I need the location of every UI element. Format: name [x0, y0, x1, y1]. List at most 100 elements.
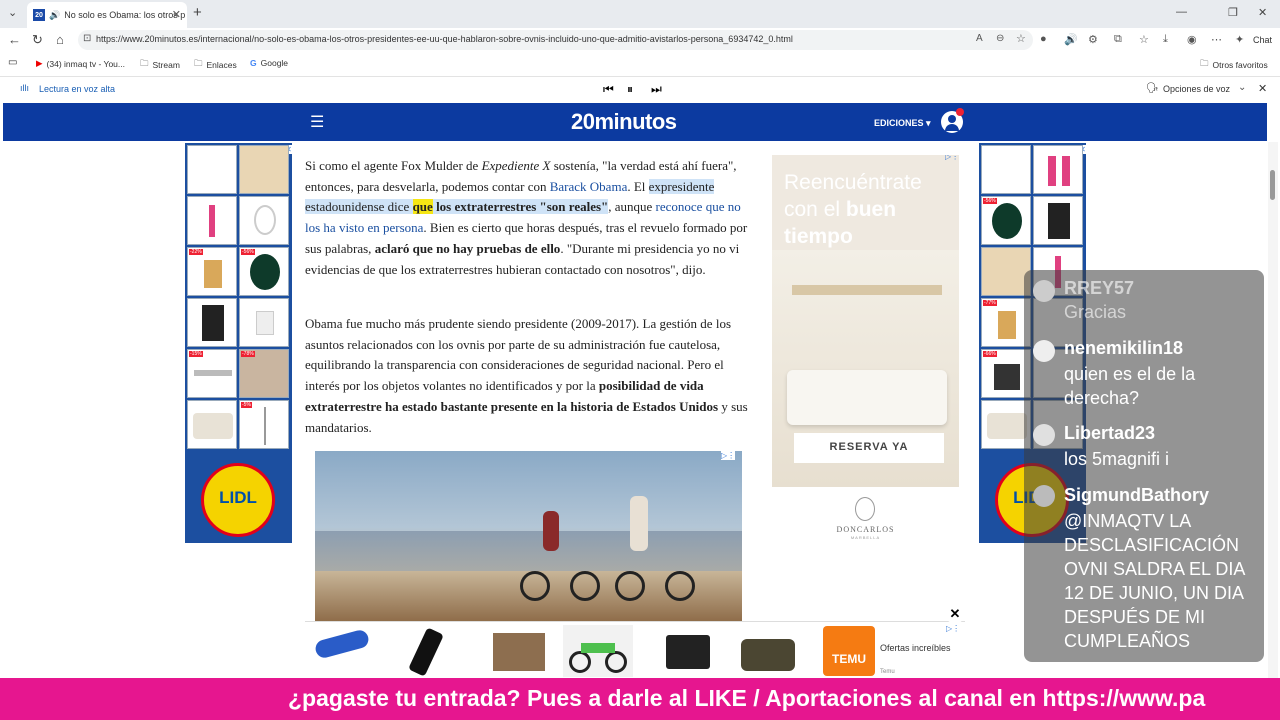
ad-product[interactable]	[563, 625, 633, 677]
scrollbar-thumb[interactable]	[1270, 170, 1275, 200]
obama-link[interactable]: Barack Obama	[550, 179, 628, 194]
user-icon[interactable]	[941, 108, 964, 133]
close-tab-icon[interactable]: ✕	[172, 8, 181, 21]
ad-product[interactable]: -5%	[239, 400, 289, 449]
voice-options-button[interactable]: Opciones de voz	[1163, 84, 1230, 94]
ad-product[interactable]: -56%	[981, 196, 1031, 245]
google-icon: G	[250, 58, 257, 68]
address-bar[interactable]: ⊡ https://www.20minutos.es/internacional…	[78, 30, 1033, 50]
read-aloud-icon[interactable]: A	[976, 33, 983, 44]
ad-product[interactable]	[485, 625, 555, 677]
menu-icon[interactable]: ☰	[310, 112, 324, 132]
editions-button[interactable]: EDICIONES ▾	[874, 118, 931, 129]
restore-icon[interactable]: ❐	[1228, 6, 1238, 19]
left-ad-banner[interactable]: ▷✕ -22% -56% -15% -78% -5% LIDL	[185, 143, 292, 543]
speaker-icon: 🔊	[49, 9, 61, 20]
text: . El	[627, 178, 649, 194]
next-icon[interactable]: ⏭	[651, 82, 662, 97]
ad-product[interactable]	[397, 625, 467, 677]
ad-product[interactable]	[239, 196, 289, 245]
downloads-icon[interactable]: ⤓	[1163, 33, 1168, 46]
temu-ad-bar[interactable]: ✕ TEMU Ofertas increíbles Temu ▷⋮	[305, 606, 965, 678]
temu-logo[interactable]: TEMU	[823, 626, 875, 676]
ad-product[interactable]: -15%	[187, 349, 237, 398]
close-read-aloud-icon[interactable]: ✕	[1258, 82, 1267, 95]
other-favorites[interactable]: 🗀 Otros favoritos	[1200, 58, 1268, 72]
chat-username: Libertad23	[1064, 423, 1156, 443]
bookmark-google[interactable]: G Google	[250, 58, 288, 68]
ad-product[interactable]	[187, 298, 237, 347]
ad-product[interactable]	[733, 625, 803, 677]
chat-username: RREY57	[1064, 278, 1135, 298]
youtube-icon: ▶	[36, 58, 43, 68]
extension-icon[interactable]: ⊖	[996, 33, 1004, 44]
ad-choices-icon[interactable]: ▷⋮	[945, 155, 959, 161]
audio-icon[interactable]: 🔊	[1064, 33, 1078, 46]
bookmark-stream[interactable]: 🗀 Stream	[140, 58, 180, 72]
bookmark-label: Enlaces	[206, 60, 237, 70]
cta-button[interactable]: RESERVA YA	[794, 433, 944, 463]
ad-product[interactable]	[187, 196, 237, 245]
editions-label: EDICIONES	[874, 118, 924, 128]
highlighted-text: los extraterrestres "son reales"	[432, 199, 609, 215]
ad-product[interactable]	[239, 145, 289, 194]
read-aloud-bar: ıllı Lectura en voz alta ⏮ ⏸ ⏭ 🗣 Opcione…	[0, 76, 1280, 102]
chat-avatar	[1033, 340, 1055, 362]
temu-sub: Temu	[880, 669, 895, 675]
close-window-icon[interactable]: ✕	[1258, 6, 1267, 19]
chevron-down-icon[interactable]: ⌄	[1238, 82, 1246, 93]
ad-choices-icon[interactable]: ▷⋮	[946, 624, 960, 633]
ad-product[interactable]	[187, 400, 237, 449]
bookmark-enlaces[interactable]: 🗀 Enlaces	[194, 58, 237, 72]
ad-product[interactable]	[307, 625, 377, 677]
ad-product[interactable]	[650, 625, 720, 677]
rider-man	[630, 496, 648, 551]
scrollbar[interactable]	[1268, 142, 1278, 678]
article-paragraph: Si como el agente Fox Mulder de Expedien…	[305, 156, 755, 280]
previous-icon[interactable]: ⏮	[603, 82, 614, 97]
tab-list-icon[interactable]: ⌄	[8, 6, 17, 19]
profile-icon[interactable]: ◉	[1187, 33, 1197, 46]
favorite-star-icon[interactable]: ☆	[1016, 32, 1026, 45]
ad-choices-icon[interactable]: ▷⋮	[721, 451, 736, 460]
bookmark-youtube[interactable]: ▶ (34) inmaq tv - You...	[36, 58, 125, 69]
ad-product[interactable]: -22%	[187, 247, 237, 296]
close-ad-icon[interactable]: ✕	[946, 606, 964, 624]
ad-product[interactable]	[239, 298, 289, 347]
bookmark-label: (34) inmaq tv - You...	[46, 58, 125, 69]
home-icon[interactable]: ⌂	[56, 32, 64, 47]
other-favorites-label: Otros favoritos	[1212, 60, 1268, 70]
reading-list-icon[interactable]: ▭	[8, 57, 17, 68]
ad-product[interactable]: -56%	[239, 247, 289, 296]
ad-product[interactable]	[187, 145, 237, 194]
back-icon[interactable]: ←	[8, 32, 21, 47]
refresh-icon[interactable]: ↻	[32, 32, 43, 48]
vpn-icon[interactable]: ●	[1040, 33, 1047, 45]
more-menu-icon[interactable]: ⋯	[1211, 33, 1222, 46]
browser-tab[interactable]: 20 🔊 No solo es Obama: los otros p ✕	[27, 2, 187, 28]
url-text[interactable]: https://www.20minutos.es/internacional/n…	[96, 34, 793, 44]
extensions-icon[interactable]: ⚙	[1088, 33, 1098, 46]
split-screen-icon[interactable]: ⧉	[1114, 33, 1122, 46]
new-tab-icon[interactable]: +	[193, 4, 202, 21]
ad-product[interactable]	[981, 145, 1031, 194]
site-logo[interactable]: 20minutos	[571, 109, 677, 135]
read-aloud-label[interactable]: Lectura en voz alta	[39, 84, 115, 94]
minimize-icon[interactable]: —	[1176, 6, 1187, 18]
discount-badge: -15%	[189, 351, 203, 357]
hotel-ad[interactable]: ▷⋮ Reencuéntrate con el buen tiempo RESE…	[772, 155, 959, 487]
chat-avatar	[1033, 424, 1055, 446]
bookmark-label: Google	[260, 58, 289, 68]
doncarlos-logo[interactable]: DONCARLOS MARBELLA	[772, 487, 959, 547]
favorites-icon[interactable]: ☆	[1139, 33, 1149, 46]
site-info-icon[interactable]: ⊡	[83, 33, 91, 44]
video-ad[interactable]: ▷⋮	[315, 451, 742, 621]
ad-product[interactable]	[1033, 145, 1083, 194]
chat-label[interactable]: Chat	[1253, 35, 1272, 45]
pause-icon[interactable]: ⏸	[627, 82, 633, 97]
temu-logo-text: TEMU	[832, 652, 866, 666]
ad-product[interactable]	[1033, 196, 1083, 245]
copilot-icon[interactable]: ✦	[1235, 33, 1244, 46]
discount-badge: -56%	[983, 198, 997, 204]
ad-product[interactable]: -78%	[239, 349, 289, 398]
